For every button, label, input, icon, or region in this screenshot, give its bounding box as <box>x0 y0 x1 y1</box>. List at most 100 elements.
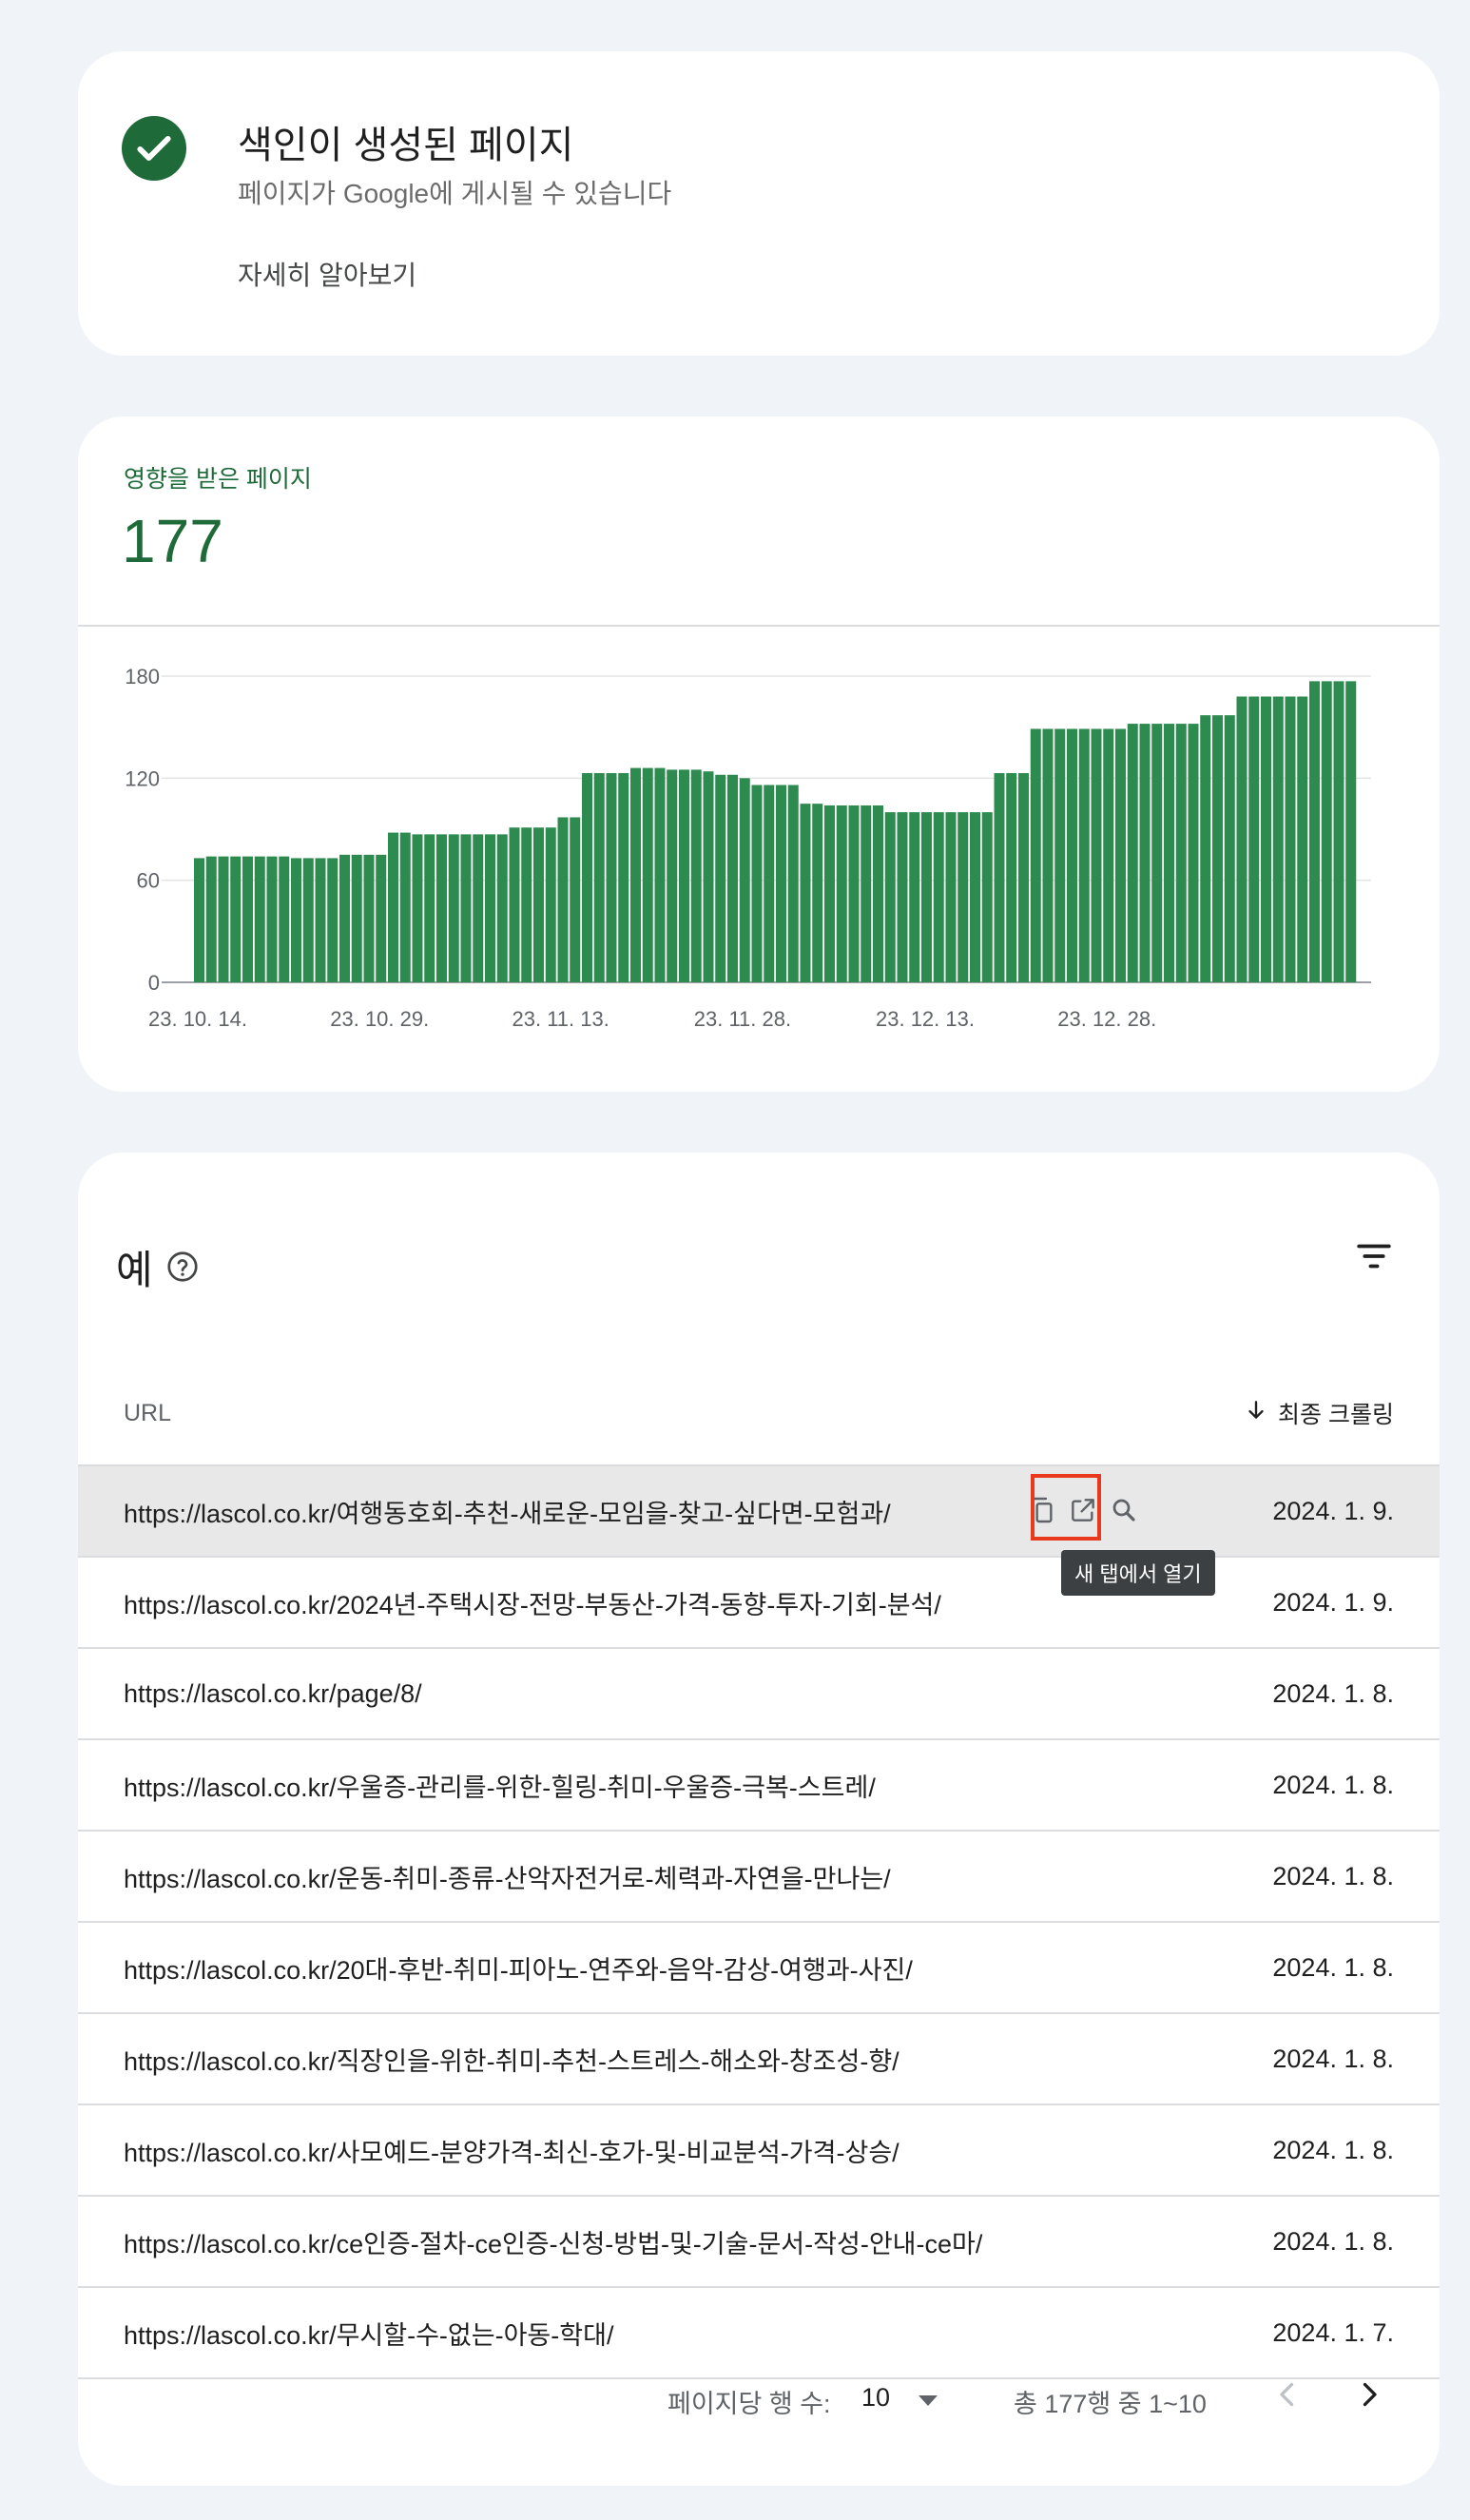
chart-bar <box>363 854 375 982</box>
chart-bar <box>812 804 823 982</box>
table-row[interactable]: https://lascol.co.kr/운동-취미-종류-산악자전거로-체력과… <box>78 1830 1440 1921</box>
row-url[interactable]: https://lascol.co.kr/운동-취미-종류-산악자전거로-체력과… <box>124 1858 891 1895</box>
help-circle-icon[interactable] <box>165 1250 200 1284</box>
table-row[interactable]: https://lascol.co.kr/2024년-주택시장-전망-부동산-가… <box>78 1556 1440 1647</box>
row-url[interactable]: https://lascol.co.kr/page/8/ <box>124 1679 422 1709</box>
y-tick-label: 60 <box>137 869 160 893</box>
table-row[interactable]: https://lascol.co.kr/직장인을-위한-취미-추천-스트레스-… <box>78 2012 1440 2103</box>
chart-bar <box>933 812 944 982</box>
chart-bar <box>218 856 229 982</box>
column-header-last-crawl[interactable]: 최종 크롤링 <box>1244 1396 1394 1430</box>
filter-icon[interactable] <box>1354 1236 1394 1276</box>
chart-bar <box>654 767 666 982</box>
arrow-down-icon <box>1244 1398 1268 1429</box>
chart-bar <box>873 804 883 982</box>
chart-bar <box>1236 696 1248 982</box>
chart-bar <box>1200 715 1211 982</box>
chart-bar <box>1309 681 1320 982</box>
chart-bar <box>884 812 896 982</box>
chart-bar <box>376 854 387 982</box>
row-date: 2024. 1. 8. <box>1272 1678 1394 1708</box>
row-url[interactable]: https://lascol.co.kr/직장인을-위한-취미-추천-스트레스-… <box>124 2041 899 2078</box>
chart-bar <box>848 804 860 982</box>
row-url[interactable]: https://lascol.co.kr/사모예드-분양가격-최신-호가-및-비… <box>124 2132 899 2169</box>
chart-bar <box>266 856 278 982</box>
row-url[interactable]: https://lascol.co.kr/여행동호회-추천-새로운-모임을-찾고… <box>124 1493 891 1530</box>
x-tick-label: 23. 10. 14. <box>148 1007 247 1031</box>
chart-bar <box>1224 715 1235 982</box>
chart-bar <box>473 834 484 982</box>
rows-per-page-select[interactable]: 10 <box>861 2383 890 2413</box>
row-url[interactable]: https://lascol.co.kr/우울증-관리를-위한-힐링-취미-우울… <box>124 1767 876 1804</box>
check-circle-icon <box>122 116 186 181</box>
chart-bar <box>981 812 993 982</box>
chart-bar <box>800 804 811 982</box>
status-card: 색인이 생성된 페이지 페이지가 Google에 게시될 수 있습니다 자세히 … <box>78 51 1440 356</box>
row-date: 2024. 1. 8. <box>1272 2226 1394 2256</box>
x-tick-label: 23. 10. 29. <box>330 1007 429 1031</box>
table-row[interactable]: https://lascol.co.kr/여행동호회-추천-새로운-모임을-찾고… <box>78 1464 1440 1596</box>
chevron-right-icon[interactable] <box>1352 2377 1386 2418</box>
chart-bar <box>727 774 738 982</box>
chart-bar <box>351 854 362 982</box>
chart-bar <box>557 817 569 982</box>
x-tick-label: 23. 12. 13. <box>876 1007 975 1031</box>
table-row[interactable]: https://lascol.co.kr/ce인증-절차-ce인증-신청-방법-… <box>78 2195 1440 2286</box>
chart-bar <box>509 827 520 982</box>
chart-bar <box>448 834 459 982</box>
examples-table: https://lascol.co.kr/여행동호회-추천-새로운-모임을-찾고… <box>78 1464 1440 2379</box>
chart-bar <box>485 834 495 982</box>
chart-bar <box>1127 724 1138 982</box>
chart-bar <box>1333 681 1344 982</box>
row-url[interactable]: https://lascol.co.kr/무시할-수-없는-아동-학대/ <box>124 2315 613 2352</box>
chart-bar <box>399 832 411 982</box>
y-tick-label: 180 <box>125 665 160 688</box>
table-row[interactable]: https://lascol.co.kr/우울증-관리를-위한-힐링-취미-우울… <box>78 1738 1440 1830</box>
chart-bar <box>679 769 689 982</box>
chart-bar <box>460 834 472 982</box>
chart-bar <box>593 772 605 982</box>
rows-per-page-label: 페이지당 행 수: <box>667 2390 831 2418</box>
chart-bar <box>945 812 957 982</box>
chart-bar <box>545 827 556 982</box>
chart-bar <box>194 858 204 982</box>
chart-bar <box>909 812 920 982</box>
dropdown-arrow-icon[interactable] <box>915 2387 941 2416</box>
row-url[interactable]: https://lascol.co.kr/ce인증-절차-ce인증-신청-방법-… <box>124 2223 982 2260</box>
chart-bar <box>897 812 908 982</box>
table-row[interactable]: https://lascol.co.kr/사모예드-분양가격-최신-호가-및-비… <box>78 2103 1440 2195</box>
chart-bar <box>570 817 581 982</box>
chart-bar <box>1018 772 1029 982</box>
row-url[interactable]: https://lascol.co.kr/20대-후반-취미-피아노-연주와-음… <box>124 1949 913 1987</box>
row-date: 2024. 1. 8. <box>1272 1770 1394 1799</box>
chart-bar <box>836 804 847 982</box>
chart-bar <box>994 772 1005 982</box>
status-title: 색인이 생성된 페이지 <box>238 125 574 166</box>
chart-bar <box>242 856 253 982</box>
chart-bar <box>412 834 423 982</box>
chart-bar <box>521 827 532 982</box>
x-tick-label: 23. 11. 13. <box>513 1007 609 1031</box>
chart-bar <box>861 804 872 982</box>
chart-bar <box>630 767 641 982</box>
inspect-url-icon[interactable] <box>1105 1491 1143 1529</box>
chart-bar <box>715 774 726 982</box>
chart-bar <box>1297 696 1308 982</box>
chart-bar <box>388 832 398 982</box>
chart-bar <box>751 785 763 982</box>
row-url[interactable]: https://lascol.co.kr/2024년-주택시장-전망-부동산-가… <box>124 1584 941 1621</box>
open-in-new-tab-highlight <box>1031 1474 1101 1541</box>
chart-bar <box>327 858 338 982</box>
chart-bar <box>436 834 447 982</box>
column-header-url: URL <box>124 1400 172 1426</box>
chart-bar <box>606 772 617 982</box>
table-row[interactable]: https://lascol.co.kr/page/8/ 2024. 1. 8. <box>78 1647 1440 1738</box>
chart-bar <box>1321 681 1332 982</box>
chart-bar <box>1006 772 1017 982</box>
chevron-left-icon[interactable] <box>1270 2377 1305 2418</box>
chart-bar <box>690 769 702 982</box>
table-row[interactable]: https://lascol.co.kr/20대-후반-취미-피아노-연주와-음… <box>78 1921 1440 2012</box>
examples-title: 예 <box>116 1248 153 1292</box>
learn-more-link[interactable]: 자세히 알아보기 <box>238 255 416 293</box>
y-tick-label: 0 <box>148 971 160 995</box>
